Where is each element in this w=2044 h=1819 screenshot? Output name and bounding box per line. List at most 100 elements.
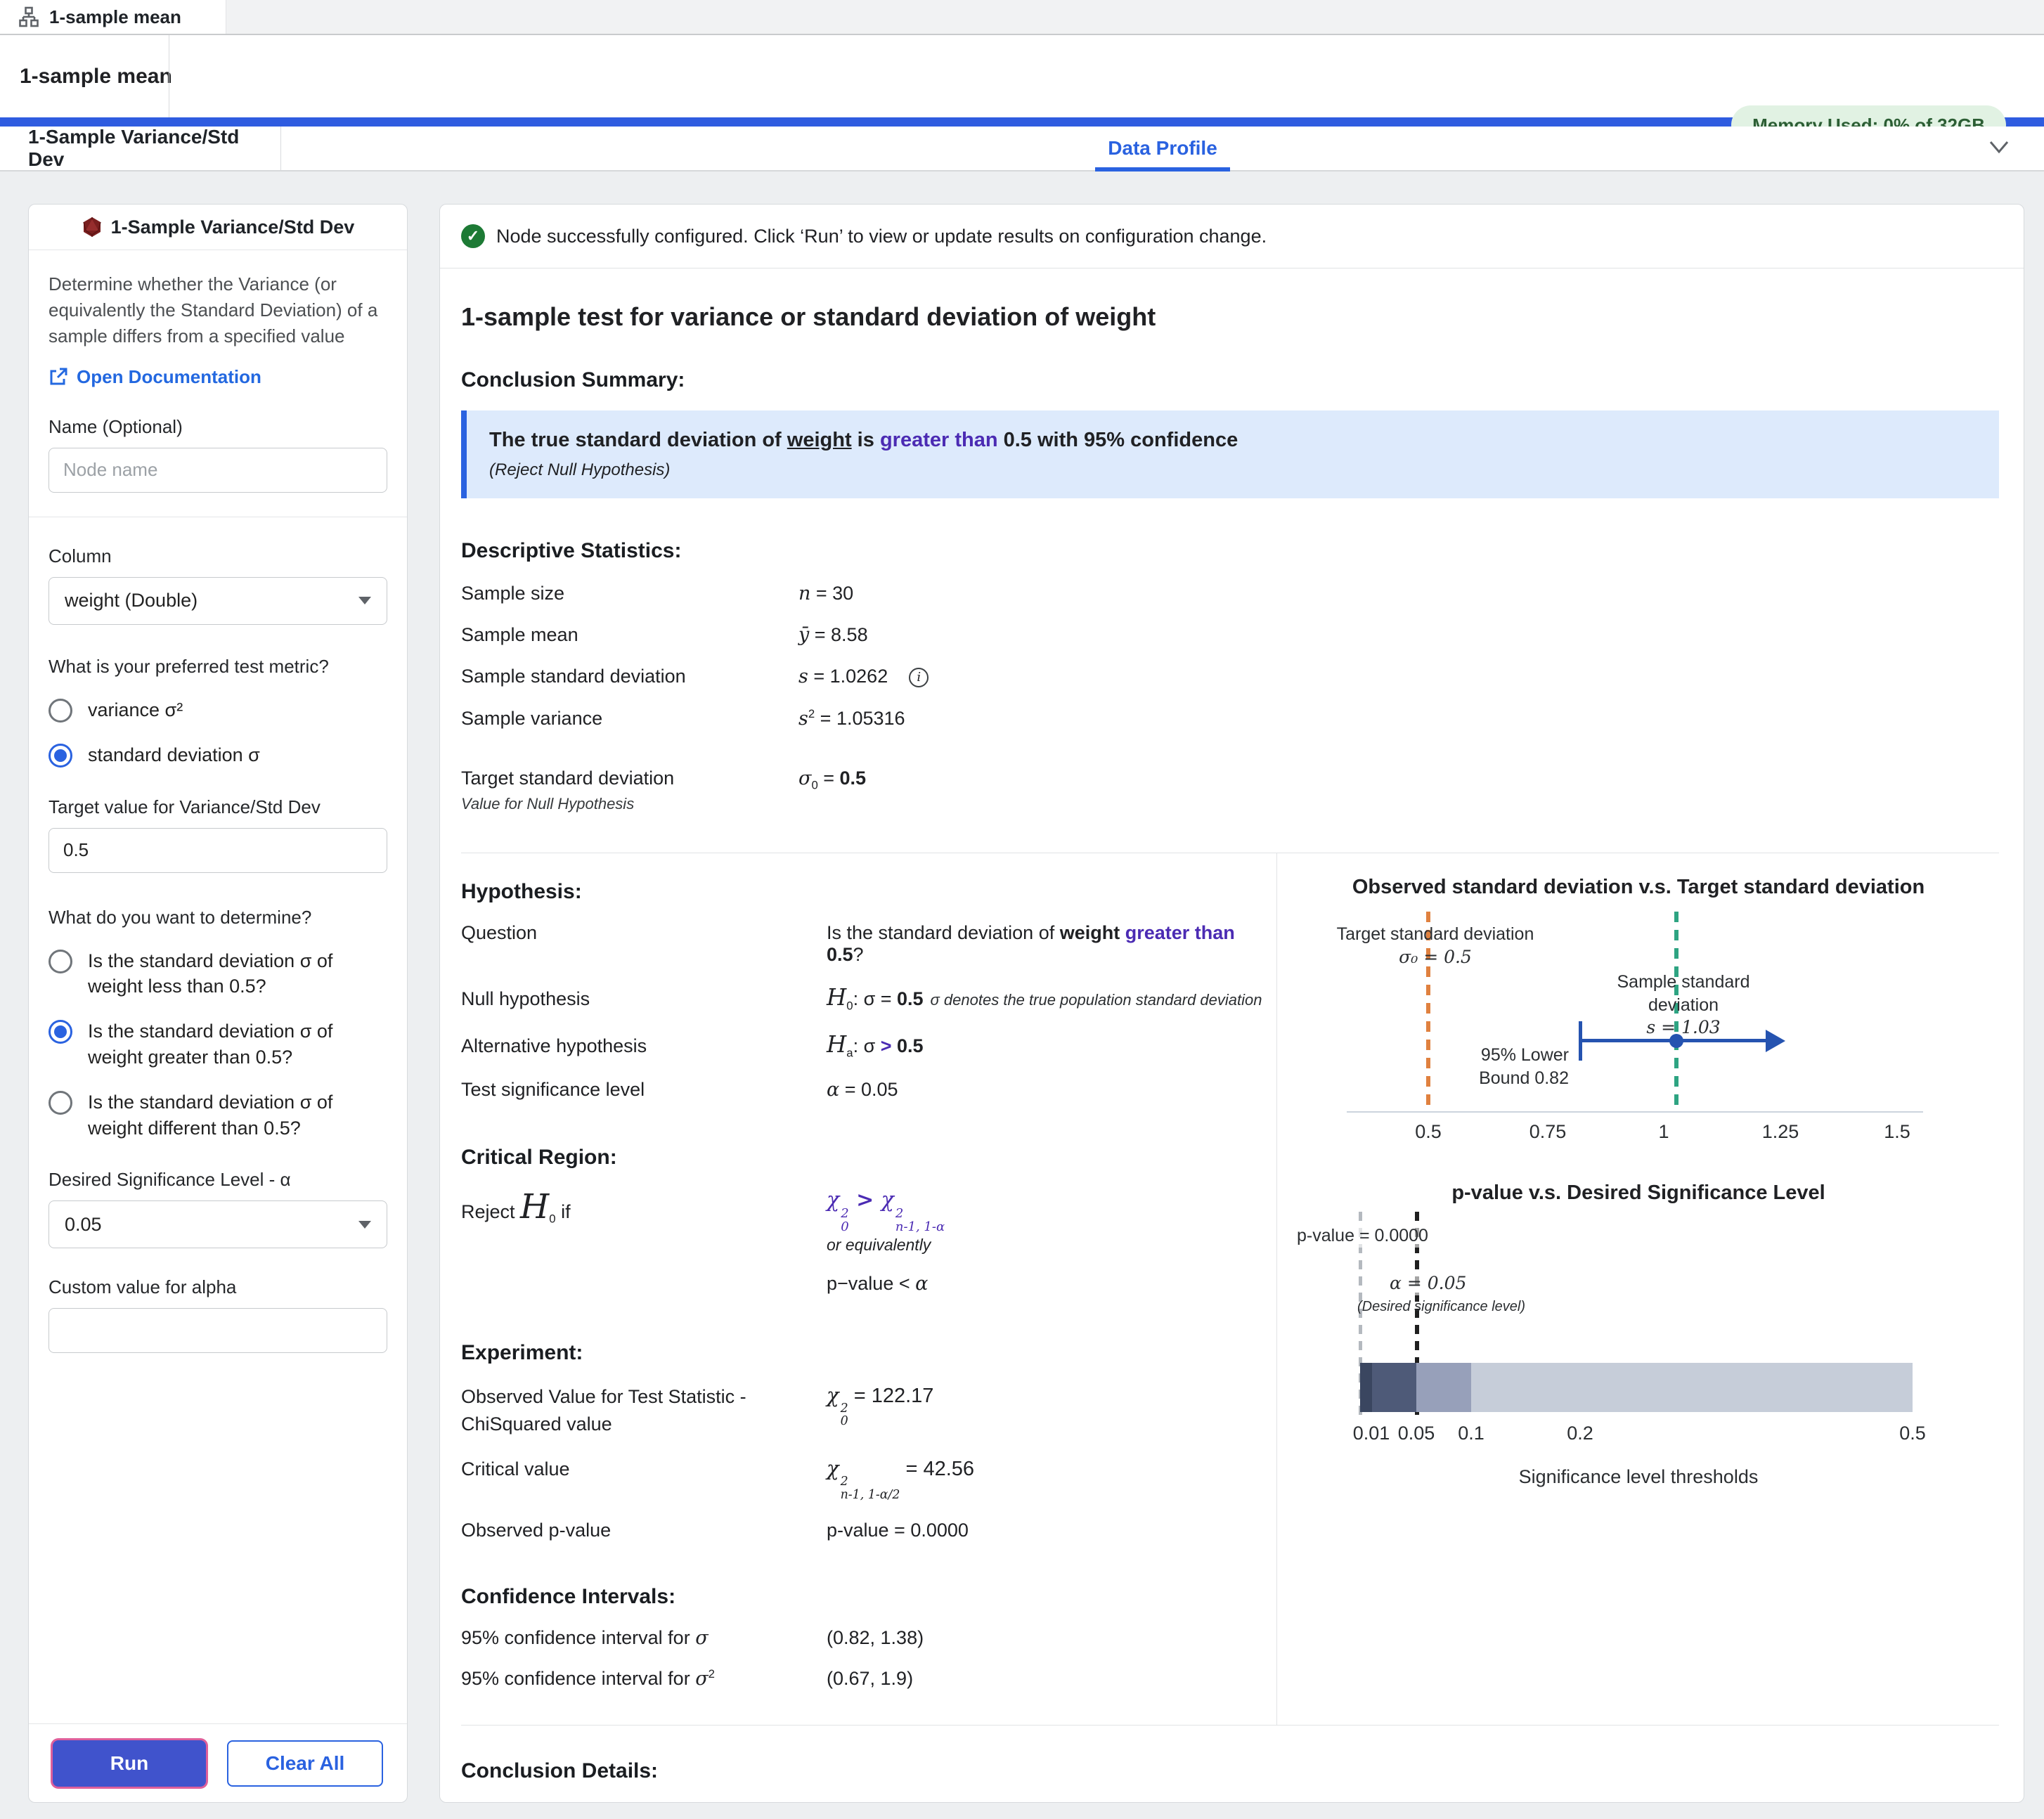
config-panel-title: 1-Sample Variance/Std Dev [111,216,355,238]
browser-tab-title: 1-sample mean [49,6,181,28]
p-value-chart: p-value v.s. Desired Significance Level … [1277,1182,2000,1488]
ci-sigma-row: 95% confidence interval for σ (0.82, 1.3… [461,1627,1276,1649]
critical-value-row: Critical value χ2n-1, 1-α/2 = 42.56 [461,1456,1276,1501]
target-value-input[interactable] [48,828,387,873]
tab-node-name[interactable]: 1-Sample Variance/Std Dev [0,127,281,170]
x-tick: 0.75 [1529,1121,1567,1143]
custom-alpha-input[interactable] [48,1308,387,1353]
interval-arrow [1766,1030,1785,1052]
browser-tab[interactable]: 1-sample mean [0,0,226,34]
chevron-down-icon [358,597,371,604]
run-button[interactable]: Run [53,1740,206,1787]
name-field-label: Name (Optional) [48,416,387,438]
results-title: 1-sample test for variance or standard d… [461,302,1999,332]
target-value-label: Target value for Variance/Std Dev [48,796,387,818]
radio-selected-icon [48,744,72,768]
success-check-icon: ✓ [461,224,485,248]
ci-variance-row: 95% confidence interval for σ2 (0.67, 1.… [461,1667,1276,1690]
alpha-select[interactable]: 0.05 [48,1200,387,1248]
column-select-value: weight (Double) [65,590,198,611]
alpha-label: α = 0.05 [1390,1272,1502,1295]
conclusion-summary-text: The true standard deviation of weight is… [489,429,1977,452]
radio-option-less-than[interactable]: Is the standard deviation σ of weight le… [48,948,387,999]
null-hypothesis-row: Null hypothesis H0: σ = 0.5σ denotes the… [461,984,1276,1013]
p-value-chart-title: p-value v.s. Desired Significance Level [1277,1182,2000,1205]
config-panel-footer: Run Clear All [29,1723,407,1802]
target-sd-label: Target standard deviation σ₀ = 0.5 [1309,923,1562,969]
status-message: Node successfully configured. Click ‘Run… [496,226,1267,247]
p-value-chart-xlabel: Significance level thresholds [1277,1466,2000,1488]
hypothesis-heading: Hypothesis: [461,880,1276,904]
reject-null-note: (Reject Null Hypothesis) [489,460,1977,480]
critical-region-heading: Critical Region: [461,1146,1276,1170]
descriptive-stats-heading: Descriptive Statistics: [461,539,1999,563]
column-field-label: Column [48,545,387,567]
chi-squared-rule: χ20 > χ2n-1, 1-α [827,1188,945,1234]
x-tick: 1.5 [1884,1121,1910,1143]
results-panel: ✓ Node successfully configured. Click ‘R… [439,204,2024,1803]
alpha-select-label: Desired Significance Level - α [48,1169,387,1191]
radio-icon [48,1091,72,1115]
open-documentation-link[interactable]: Open Documentation [48,366,387,388]
collapse-chevron[interactable] [1986,136,2012,161]
reject-rule-row: Reject H0 if χ20 > χ2n-1, 1-α or equival… [461,1188,1276,1295]
sigma-note: σ denotes the true population standard d… [931,991,1262,1009]
x-tick: 0.5 [1415,1121,1442,1143]
radio-option-variance[interactable]: variance σ² [48,697,387,723]
or-equivalently-note: or equivalently [827,1236,945,1255]
alpha-sublabel: (Desired significance level) [1357,1297,1568,1316]
radio-icon [48,950,72,973]
node-name-input[interactable] [48,448,387,493]
custom-alpha-label: Custom value for alpha [48,1276,387,1298]
bar-segment-01-05 [1471,1363,1913,1412]
flow-title: 1-sample mean [0,65,172,89]
x-tick: 0.05 [1398,1423,1435,1444]
radio-option-greater-than[interactable]: Is the standard deviation σ of weight gr… [48,1018,387,1070]
conclusion-details-heading: Conclusion Details: [461,1759,1999,1783]
bar-segment-001-005 [1372,1363,1416,1412]
chevron-down-icon [358,1221,371,1229]
sd-x-axis [1347,1111,1923,1113]
alternative-hypothesis-row: Alternative hypothesis Ha: σ > 0.5 [461,1031,1276,1060]
node-description: Determine whether the Variance (or equiv… [48,271,387,349]
hypothesis-question-row: Question Is the standard deviation of we… [461,922,1276,966]
sample-sd-label: Sample standard deviation s = 1.03 [1585,971,1782,1040]
info-icon[interactable]: i [909,668,929,687]
stat-row-sample-mean: Sample mean ȳ = 8.58 [461,624,1999,646]
bar-segment-0-001 [1360,1363,1372,1412]
test-statistic-row: Observed Value for Test Statistic - ChiS… [461,1383,1276,1438]
tab-data-profile[interactable]: Data Profile [1092,127,1233,170]
column-select[interactable]: weight (Double) [48,577,387,625]
sd-comparison-chart: Observed standard deviation v.s. Target … [1277,876,2000,1149]
status-row: ✓ Node successfully configured. Click ‘R… [440,205,2024,268]
p-value-label: p-value = 0.0000 [1297,1224,1444,1248]
config-panel: 1-Sample Variance/Std Dev Determine whet… [28,204,408,1803]
null-hypothesis-value-note: Value for Null Hypothesis [461,795,798,813]
radio-option-different-than[interactable]: Is the standard deviation σ of weight di… [48,1089,387,1141]
x-tick: 0.01 [1353,1423,1390,1444]
radio-icon [48,699,72,723]
workflow-icon [18,6,39,27]
significance-level-row: Test significance level α = 0.05 [461,1079,1276,1101]
app-toolbar: 1-sample mean Memory Used: 0% of 32GB [0,35,2044,117]
metric-question-label: What is your preferred test metric? [48,656,387,678]
observed-p-value-row: Observed p-value p-value = 0.0000 [461,1520,1276,1541]
charts-column: Observed standard deviation v.s. Target … [1277,853,2000,1725]
external-link-icon [48,367,68,387]
test-details-column: Hypothesis: Question Is the standard dev… [461,853,1277,1725]
x-tick: 1 [1658,1121,1669,1143]
active-tab-underline [1095,167,1230,171]
config-panel-header: 1-Sample Variance/Std Dev [29,205,407,250]
browser-tab-bar: 1-sample mean [0,0,2044,35]
confidence-intervals-heading: Confidence Intervals: [461,1585,1276,1609]
determine-question-label: What do you want to determine? [48,907,387,928]
radio-option-std-dev[interactable]: standard deviation σ [48,742,387,768]
d20-die-icon [82,216,103,238]
sample-sd-point [1669,1034,1683,1048]
clear-all-button[interactable]: Clear All [227,1740,383,1787]
conclusion-line-1: Since the test statistic 122.17 is great… [461,1799,1999,1803]
section-rule [461,1725,1999,1726]
sd-chart-title: Observed standard deviation v.s. Target … [1277,876,2000,899]
x-tick: 1.25 [1762,1121,1799,1143]
radio-selected-icon [48,1020,72,1044]
